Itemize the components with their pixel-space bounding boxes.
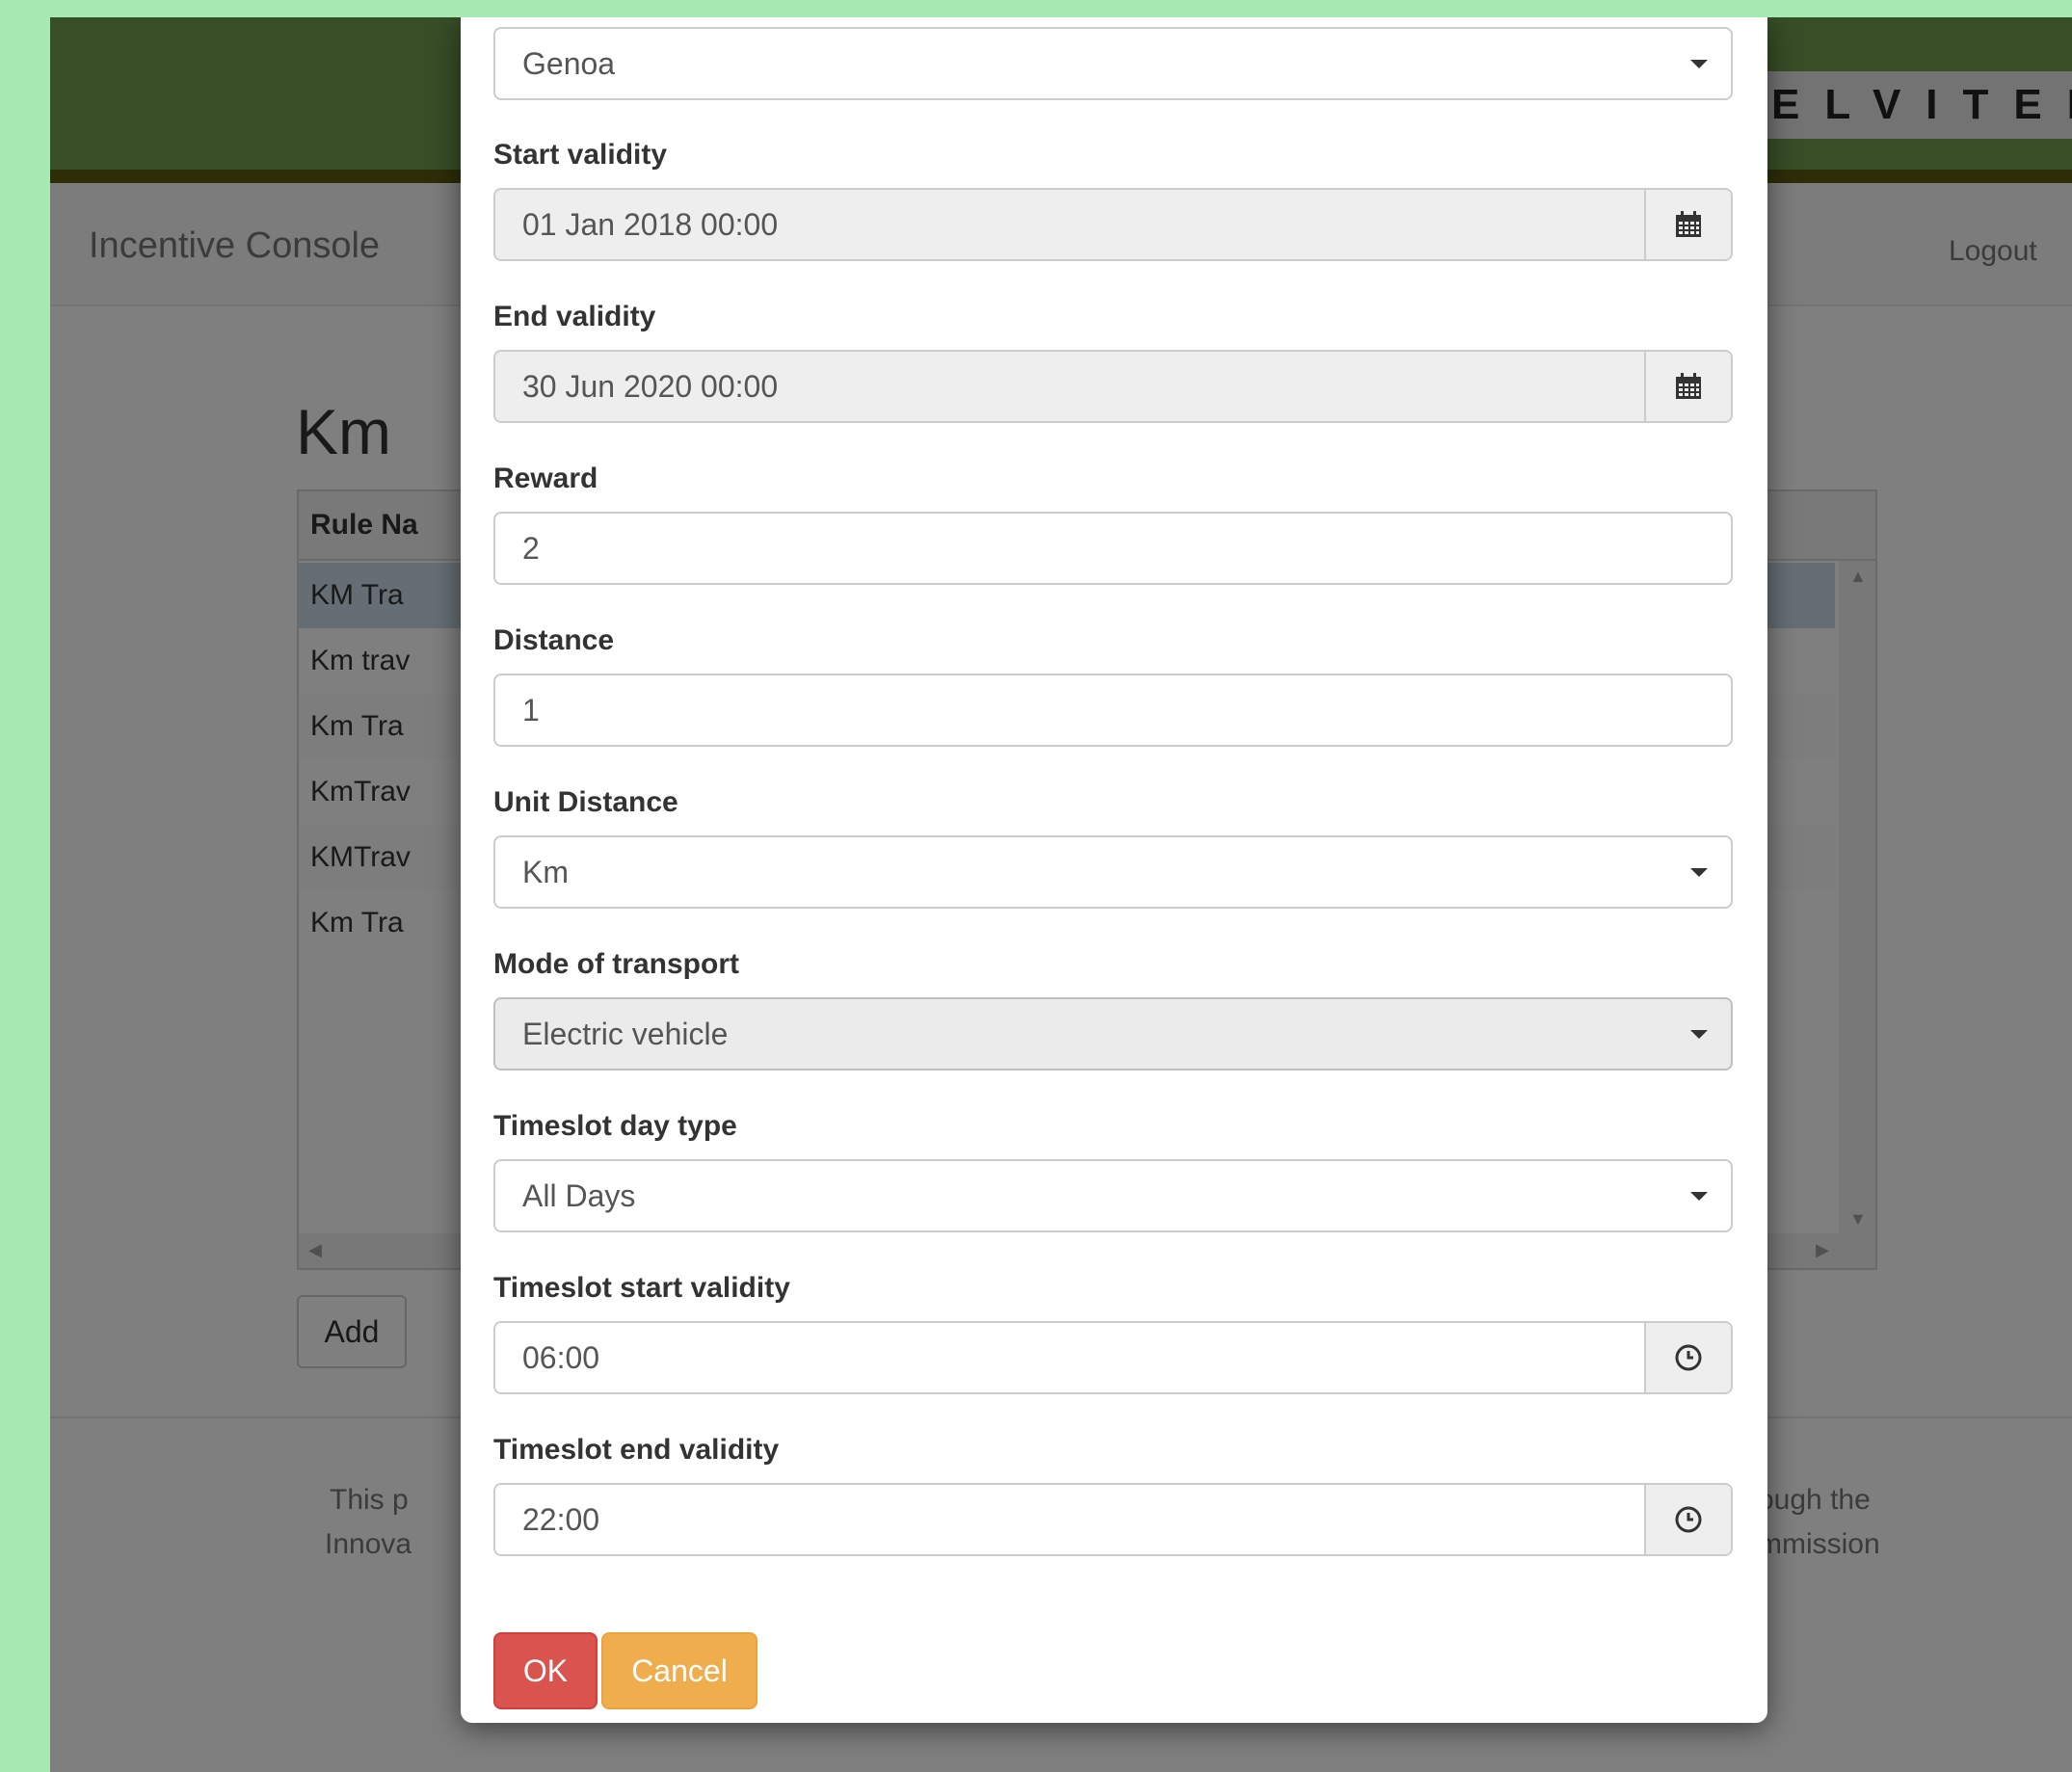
cancel-button[interactable]: Cancel xyxy=(601,1632,757,1709)
start-validity-calendar-button[interactable] xyxy=(1644,190,1731,259)
timeslot-start-value[interactable]: 06:00 xyxy=(495,1323,1648,1392)
start-validity-label: Start validity xyxy=(493,139,668,171)
timeslot-start-label: Timeslot start validity xyxy=(493,1272,790,1304)
mode-of-transport-select[interactable]: Electric vehicle xyxy=(493,997,1733,1071)
unit-distance-select[interactable]: Km xyxy=(493,835,1733,909)
calendar-icon xyxy=(1676,373,1701,399)
chevron-down-icon xyxy=(1690,60,1708,68)
timeslot-start-clock-button[interactable] xyxy=(1644,1323,1731,1392)
ok-button[interactable]: OK xyxy=(493,1632,598,1709)
calendar-icon xyxy=(1676,211,1701,237)
end-validity-calendar-button[interactable] xyxy=(1644,352,1731,421)
rule-edit-dialog: Genoa Start validity 01 Jan 2018 00:00 E… xyxy=(461,17,1767,1723)
unit-distance-label: Unit Distance xyxy=(493,786,678,818)
reward-label: Reward xyxy=(493,463,598,494)
city-select-value: Genoa xyxy=(522,46,616,81)
timeslot-end-field[interactable]: 22:00 xyxy=(493,1483,1733,1556)
timeslot-end-label: Timeslot end validity xyxy=(493,1434,780,1466)
end-validity-field[interactable]: 30 Jun 2020 00:00 xyxy=(493,350,1733,423)
timeslot-end-value[interactable]: 22:00 xyxy=(495,1485,1648,1554)
timeslot-day-type-select[interactable]: All Days xyxy=(493,1159,1733,1232)
end-validity-label: End validity xyxy=(493,301,656,332)
chevron-down-icon xyxy=(1690,868,1708,877)
city-select[interactable]: Genoa xyxy=(493,27,1733,100)
start-validity-value[interactable]: 01 Jan 2018 00:00 xyxy=(495,190,1648,259)
mode-of-transport-label: Mode of transport xyxy=(493,948,739,980)
mode-of-transport-value: Electric vehicle xyxy=(522,1017,729,1051)
timeslot-day-type-label: Timeslot day type xyxy=(493,1110,737,1142)
timeslot-day-type-value: All Days xyxy=(522,1178,636,1213)
timeslot-end-clock-button[interactable] xyxy=(1644,1485,1731,1554)
distance-input[interactable]: 1 xyxy=(493,674,1733,747)
timeslot-start-field[interactable]: 06:00 xyxy=(493,1321,1733,1394)
app-window: ELVITEN Incentive Console Logout Km Rule… xyxy=(50,17,2072,1772)
chevron-down-icon xyxy=(1690,1192,1708,1201)
start-validity-field[interactable]: 01 Jan 2018 00:00 xyxy=(493,188,1733,261)
end-validity-value[interactable]: 30 Jun 2020 00:00 xyxy=(495,352,1648,421)
clock-icon xyxy=(1675,1344,1702,1371)
unit-distance-value: Km xyxy=(522,855,569,889)
distance-label: Distance xyxy=(493,624,615,656)
clock-icon xyxy=(1675,1506,1702,1533)
chevron-down-icon xyxy=(1690,1030,1708,1039)
reward-input[interactable]: 2 xyxy=(493,512,1733,585)
